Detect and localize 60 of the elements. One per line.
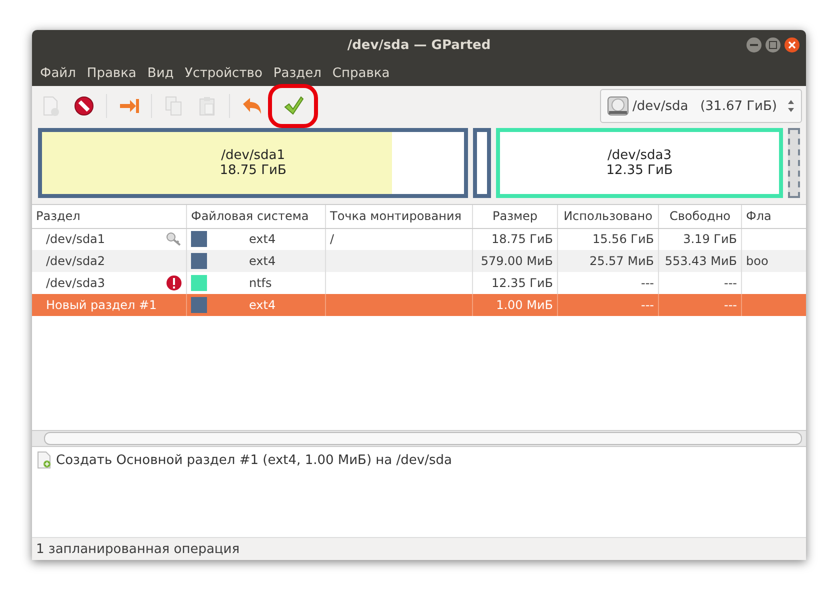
column-header[interactable]: Свободно — [658, 205, 742, 228]
menu-item[interactable]: Файл — [36, 66, 83, 80]
column-header[interactable]: Размер — [472, 205, 558, 228]
table-cell: --- — [724, 276, 737, 290]
column-header[interactable]: Раздел — [32, 205, 186, 228]
device-selector[interactable]: /dev/sda (31.67 ГиБ) — [600, 89, 802, 123]
unallocated-block[interactable] — [788, 128, 800, 198]
table-cell: / — [330, 232, 334, 246]
table-cell: 12.35 ГиБ — [491, 276, 553, 290]
table-cell: /dev/sda1 — [46, 232, 106, 246]
close-icon — [784, 37, 800, 53]
partition-size: 18.75 ГиБ — [220, 163, 286, 178]
column-header[interactable]: Точка монтирования — [326, 205, 472, 228]
menu-item[interactable]: Правка — [82, 66, 144, 80]
menu-item[interactable]: Справка — [328, 66, 397, 80]
partition-name: /dev/sda3 — [608, 148, 672, 163]
partition-block[interactable] — [473, 128, 491, 198]
device-size: (31.67 ГиБ) — [700, 98, 777, 114]
partition-block[interactable]: /dev/sda3 12.35 ГиБ — [496, 128, 784, 198]
menu-item[interactable]: Раздел — [269, 66, 328, 80]
table-cell: 25.57 МиБ — [589, 254, 654, 268]
table-cell: /dev/sda2 — [46, 254, 106, 268]
column-header[interactable]: Фла — [742, 205, 806, 228]
maximize-icon — [765, 37, 781, 53]
table-cell: --- — [641, 276, 654, 290]
window-title: /dev/sda — GParted — [347, 38, 491, 52]
spinner-arrows-icon — [787, 99, 795, 113]
key-icon — [166, 232, 182, 246]
table-cell: 1.00 МиБ — [496, 298, 553, 312]
table-cell: 3.19 ГиБ — [683, 232, 737, 246]
table-cell: ext4 — [249, 254, 276, 268]
table-cell: /dev/sda3 — [46, 276, 106, 290]
checkmark-icon — [282, 95, 304, 117]
table-row[interactable]: /dev/sda2 ext4 579.00 МиБ 25.57 МиБ 553.43 МиБ boo — [32, 250, 806, 272]
partition-block[interactable]: /dev/sda1 18.75 ГиБ — [38, 128, 468, 198]
table-cell: boo — [746, 254, 768, 268]
status-text: 1 запланированная операция — [36, 542, 240, 556]
column-header[interactable]: Использовано — [558, 205, 658, 228]
table-cell: Новый раздел #1 — [46, 298, 157, 312]
table-cell: --- — [641, 298, 654, 312]
menu-item[interactable]: Вид — [143, 66, 181, 80]
table-cell: 553.43 МиБ — [664, 254, 737, 268]
operation-text[interactable]: Создать Основной раздел #1 (ext4, 1.00 МиБ) на /dev/sda — [56, 452, 452, 468]
table-cell: ext4 — [249, 298, 276, 312]
device-name: /dev/sda — [632, 98, 688, 114]
error-icon — [166, 275, 182, 291]
horizontal-scrollbar[interactable] — [32, 430, 806, 447]
new-document-icon — [36, 451, 52, 469]
menu-item[interactable]: Устройство — [180, 66, 270, 80]
table-cell: ntfs — [249, 276, 272, 290]
partition-name: /dev/sda1 — [221, 148, 286, 163]
column-header[interactable]: Файловая система — [186, 205, 326, 228]
table-cell: 15.56 ГиБ — [592, 232, 654, 246]
no-entry-icon — [73, 95, 95, 117]
minimize-icon — [746, 37, 762, 53]
table-cell: 579.00 МиБ — [480, 254, 553, 268]
table-cell: ext4 — [249, 232, 276, 246]
partition-size: 12.35 ГиБ — [606, 163, 673, 178]
table-cell: --- — [724, 298, 737, 312]
table-cell: 18.75 ГиБ — [491, 232, 553, 246]
